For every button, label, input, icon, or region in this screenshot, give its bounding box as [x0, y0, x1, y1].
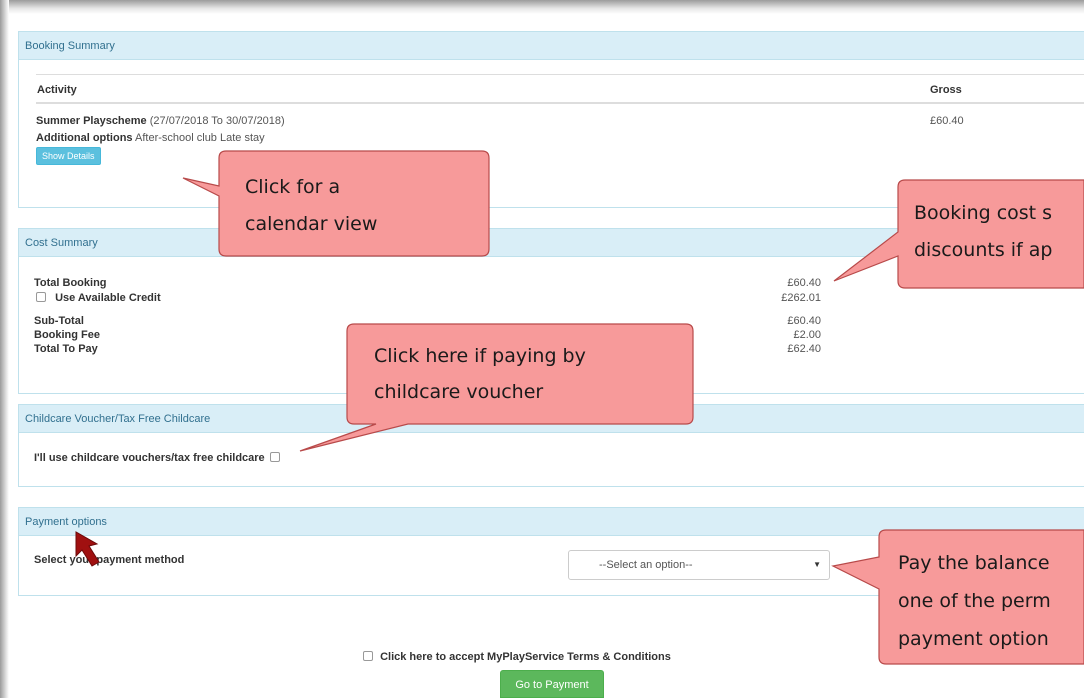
voucher-callout-line-1: Click here if paying by	[374, 345, 586, 367]
balance-callout-line-2: one of the perm	[898, 590, 1051, 612]
balance-callout-line-1: Pay the balance	[898, 552, 1050, 574]
cost-callout-line-2: discounts if ap	[914, 239, 1053, 261]
voucher-callout-line-2: childcare voucher	[374, 381, 544, 403]
calendar-callout-line-1: Click for a	[245, 176, 341, 198]
cost-callout-line-1: Booking cost s	[914, 202, 1053, 224]
cursor-arrow-icon	[75, 531, 100, 567]
calendar-callout-line-2: calendar view	[245, 213, 378, 235]
balance-callout-line-3: payment option	[898, 628, 1049, 650]
